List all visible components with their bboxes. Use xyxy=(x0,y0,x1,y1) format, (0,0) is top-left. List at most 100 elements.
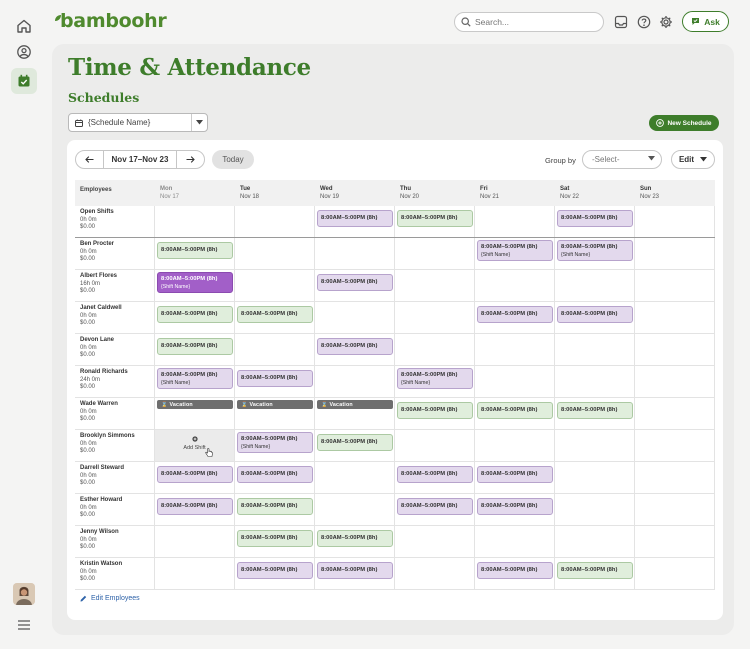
employee-name[interactable]: Albert Flores xyxy=(80,273,155,281)
employee-name[interactable]: Open Shifts xyxy=(80,209,155,217)
column-divider xyxy=(474,526,475,557)
ask-button[interactable]: Ask xyxy=(682,11,729,32)
shift-block[interactable]: 8:00AM–5:00PM (8h) {Shift Name} xyxy=(477,240,553,261)
new-schedule-button[interactable]: New Schedule xyxy=(649,115,719,131)
employee-name[interactable]: Jenny Wilson xyxy=(80,529,155,537)
shift-time: 8:00AM–5:00PM (8h) xyxy=(481,407,538,413)
shift-block[interactable]: 8:00AM–5:00PM (8h) xyxy=(477,498,553,515)
employee-name[interactable]: Brooklyn Simmons xyxy=(80,433,155,441)
shift-time: 8:00AM–5:00PM (8h) xyxy=(561,244,618,250)
shift-block[interactable]: 8:00AM–5:00PM (8h) xyxy=(157,338,233,355)
search-input[interactable] xyxy=(475,17,595,27)
column-divider xyxy=(554,494,555,525)
shift-block[interactable]: 8:00AM–5:00PM (8h) xyxy=(477,402,553,419)
shift-block[interactable]: 8:00AM–5:00PM (8h) xyxy=(237,562,313,579)
column-divider xyxy=(474,302,475,333)
shift-block[interactable]: 8:00AM–5:00PM (8h) xyxy=(237,498,313,515)
vacation-block[interactable]: ⌛ Vacation xyxy=(157,400,233,409)
employee-name[interactable]: Devon Lane xyxy=(80,337,155,345)
menu-icon[interactable] xyxy=(12,613,36,637)
shift-block[interactable]: 8:00AM–5:00PM (8h) {Shift Name} xyxy=(157,272,233,293)
shift-block[interactable]: 8:00AM–5:00PM (8h) {Shift Name} xyxy=(397,368,473,389)
employee-name[interactable]: Ronald Richards xyxy=(80,369,155,377)
home-icon[interactable] xyxy=(12,14,36,38)
add-shift-cell[interactable]: Add Shift xyxy=(155,430,234,461)
person-icon[interactable] xyxy=(12,40,36,64)
shift-time: 8:00AM–5:00PM (8h) xyxy=(241,503,298,509)
shift-block[interactable]: 8:00AM–5:00PM (8h) xyxy=(397,402,473,419)
edit-button[interactable]: Edit xyxy=(671,150,715,169)
column-divider xyxy=(714,334,715,365)
shift-block[interactable]: 8:00AM–5:00PM (8h) xyxy=(397,210,473,227)
shift-block[interactable]: 8:00AM–5:00PM (8h) xyxy=(237,306,313,323)
employee-hours: 0h 0m xyxy=(80,408,97,415)
bamboohr-logo[interactable]: bamboohr xyxy=(60,10,167,32)
shift-block[interactable]: 8:00AM–5:00PM (8h) xyxy=(237,530,313,547)
shift-block[interactable]: 8:00AM–5:00PM (8h) xyxy=(397,466,473,483)
day-header-sun: Sun Nov 23 xyxy=(635,180,715,206)
shift-time: 8:00AM–5:00PM (8h) xyxy=(161,503,218,509)
shift-block[interactable]: 8:00AM–5:00PM (8h) xyxy=(157,242,233,259)
today-button[interactable]: Today xyxy=(212,150,254,169)
top-bar: bamboohr Ask xyxy=(48,0,750,44)
employee-name[interactable]: Ben Procter xyxy=(80,241,155,249)
shift-block[interactable]: 8:00AM–5:00PM (8h) xyxy=(397,498,473,515)
employee-name[interactable]: Esther Howard xyxy=(80,497,155,505)
employee-name[interactable]: Wade Warren xyxy=(80,401,155,409)
shift-block[interactable]: 8:00AM–5:00PM (8h) xyxy=(557,562,633,579)
shift-block[interactable]: 8:00AM–5:00PM (8h) xyxy=(317,274,393,291)
column-divider xyxy=(714,494,715,525)
schedule-select[interactable]: {Schedule Name} xyxy=(68,113,208,132)
prev-week-button[interactable] xyxy=(76,151,104,168)
shift-block[interactable]: 8:00AM–5:00PM (8h) xyxy=(557,210,633,227)
employee-cell: Janet Caldwell 0h 0m $0.00 xyxy=(75,302,155,333)
shift-time: 8:00AM–5:00PM (8h) xyxy=(161,247,218,253)
shift-block[interactable]: 8:00AM–5:00PM (8h) {Shift Name} xyxy=(557,240,633,261)
shift-block[interactable]: 8:00AM–5:00PM (8h) xyxy=(237,370,313,387)
column-divider xyxy=(714,398,715,429)
shift-block[interactable]: 8:00AM–5:00PM (8h) xyxy=(477,466,553,483)
help-icon[interactable] xyxy=(637,15,651,29)
employee-name[interactable]: Darrell Steward xyxy=(80,465,155,473)
shift-block[interactable]: 8:00AM–5:00PM (8h) xyxy=(157,466,233,483)
shift-block[interactable]: 8:00AM–5:00PM (8h) xyxy=(317,434,393,451)
ask-label: Ask xyxy=(704,16,720,27)
chat-icon xyxy=(692,18,700,25)
next-week-button[interactable] xyxy=(177,151,204,168)
shift-block[interactable]: 8:00AM–5:00PM (8h) xyxy=(317,338,393,355)
week-range[interactable]: Nov 17–Nov 23 xyxy=(104,151,177,168)
employee-cell: Brooklyn Simmons 0h 0m $0.00 xyxy=(75,430,155,461)
employee-name[interactable]: Janet Caldwell xyxy=(80,305,155,313)
employee-cost: $0.00 xyxy=(80,480,96,486)
group-by-select[interactable]: -Select- xyxy=(582,150,662,169)
column-divider xyxy=(394,462,395,493)
shift-block[interactable]: 8:00AM–5:00PM (8h) xyxy=(477,306,553,323)
shift-block[interactable]: 8:00AM–5:00PM (8h) xyxy=(157,306,233,323)
vacation-block[interactable]: ⌛ Vacation xyxy=(317,400,393,409)
vacation-block[interactable]: ⌛ Vacation xyxy=(237,400,313,409)
shift-block[interactable]: 8:00AM–5:00PM (8h) xyxy=(317,210,393,227)
shift-time: 8:00AM–5:00PM (8h) xyxy=(241,567,298,573)
shift-block[interactable]: 8:00AM–5:00PM (8h) {Shift Name} xyxy=(237,432,313,453)
edit-employees-link[interactable]: Edit Employees xyxy=(80,595,140,602)
shift-block[interactable]: 8:00AM–5:00PM (8h) xyxy=(237,466,313,483)
employee-cell: Wade Warren 0h 0m $0.00 xyxy=(75,398,155,429)
week-navigator: Nov 17–Nov 23 xyxy=(75,150,205,169)
shift-block[interactable]: 8:00AM–5:00PM (8h) xyxy=(477,562,553,579)
employee-name[interactable]: Kristin Watson xyxy=(80,561,155,569)
shift-block[interactable]: 8:00AM–5:00PM (8h) xyxy=(557,402,633,419)
search-box[interactable] xyxy=(454,12,604,32)
user-avatar[interactable] xyxy=(13,583,35,605)
shift-block[interactable]: 8:00AM–5:00PM (8h) xyxy=(557,306,633,323)
employee-cost: $0.00 xyxy=(80,384,96,390)
shift-block[interactable]: 8:00AM–5:00PM (8h) xyxy=(157,498,233,515)
shift-block[interactable]: 8:00AM–5:00PM (8h) {Shift Name} xyxy=(157,368,233,389)
shift-block[interactable]: 8:00AM–5:00PM (8h) xyxy=(317,530,393,547)
gear-icon[interactable] xyxy=(659,15,673,29)
column-divider xyxy=(314,558,315,589)
chevron-down-icon[interactable] xyxy=(191,114,207,131)
time-attendance-icon[interactable] xyxy=(11,68,37,94)
inbox-icon[interactable] xyxy=(614,15,628,29)
shift-block[interactable]: 8:00AM–5:00PM (8h) xyxy=(317,562,393,579)
shift-name: {Shift Name} xyxy=(401,379,431,386)
